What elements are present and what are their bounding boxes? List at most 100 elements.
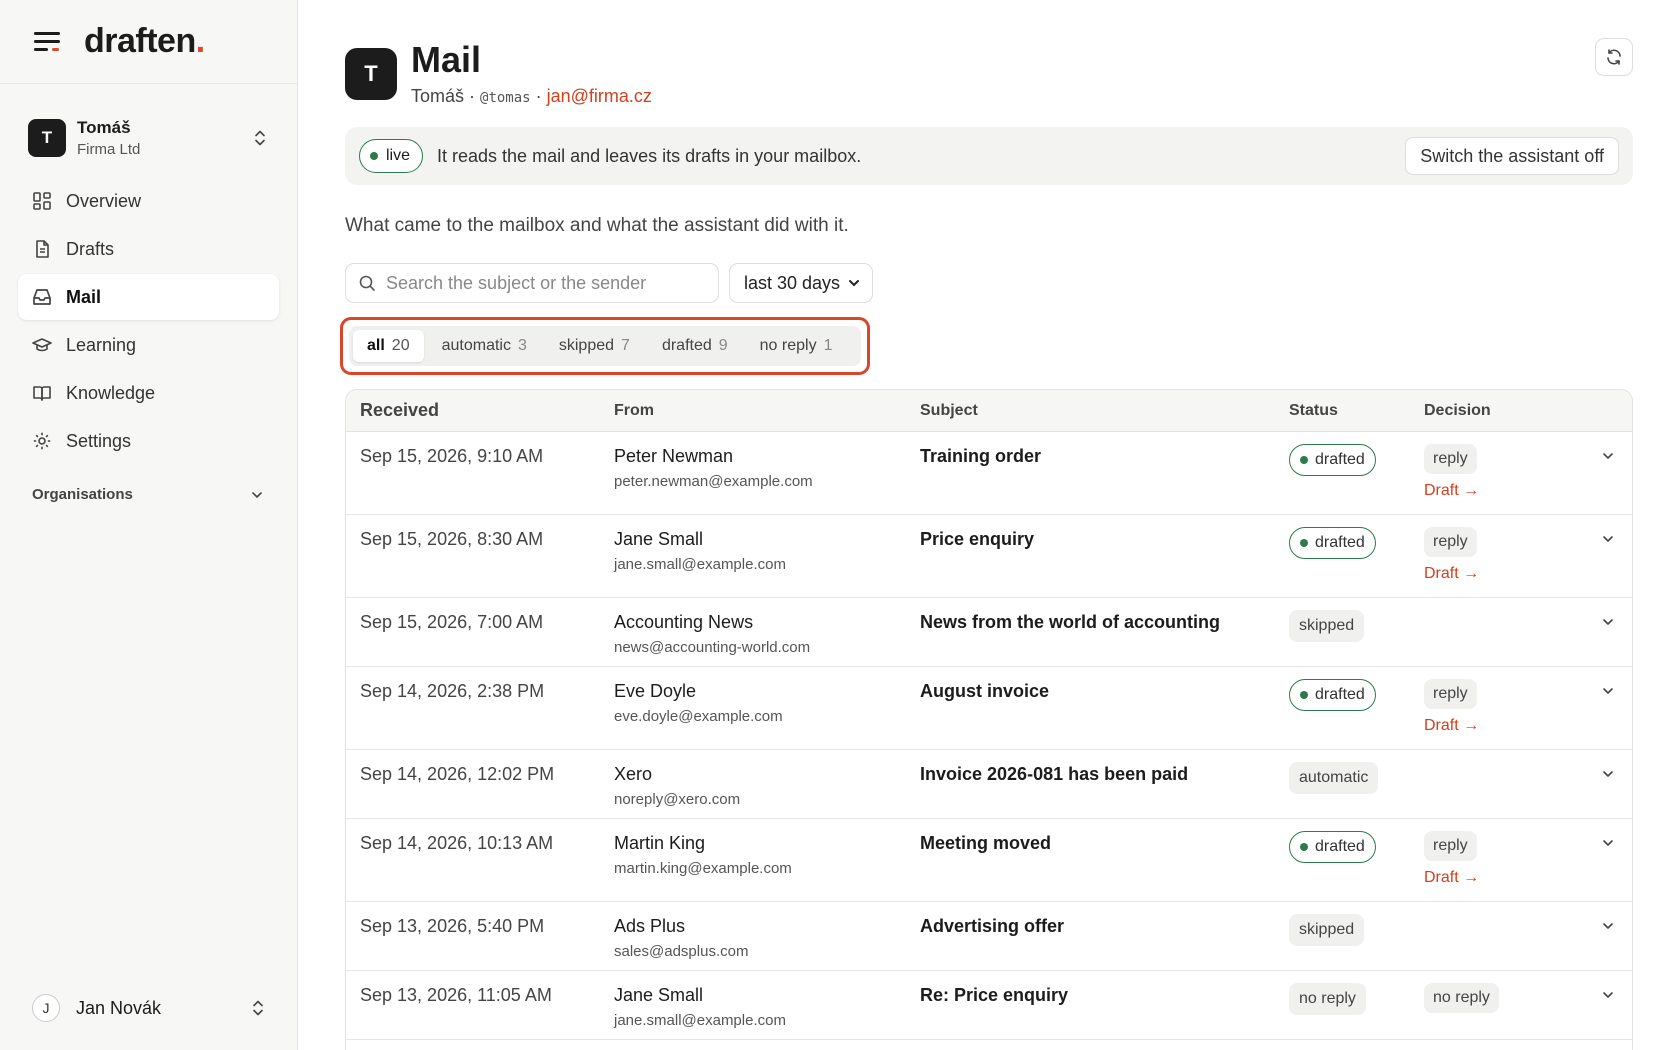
sidebar-item-label: Settings (66, 430, 132, 451)
mailbox-email-link[interactable]: jan@firma.cz (547, 86, 652, 106)
expand-row-button[interactable] (1584, 983, 1632, 1039)
graduation-cap-icon (32, 338, 52, 352)
table-row[interactable]: Sep 15, 2026, 8:30 AM Jane Small jane.sm… (346, 515, 1632, 598)
status-tabs: all 20 automatic 3 skipped 7 drafted 9 no re… (349, 326, 861, 366)
sidebar-item-knowledge[interactable]: Knowledge (18, 370, 279, 416)
status-cell: skipped (1289, 914, 1424, 970)
tab-count: 20 (391, 337, 410, 354)
table-row[interactable]: Sep 15, 2026, 7:00 AM Accounting News ne… (346, 598, 1632, 667)
switch-assistant-off-button[interactable]: Switch the assistant off (1405, 137, 1619, 175)
column-header-decision[interactable]: Decision (1424, 402, 1584, 420)
column-header-from[interactable]: From (614, 402, 920, 420)
sidebar-item-settings[interactable]: Settings (18, 418, 279, 464)
menu-icon[interactable] (34, 31, 60, 52)
sidebar-item-label: Mail (66, 286, 102, 307)
from-cell: Accounting News news@accounting-world.co… (614, 610, 920, 666)
main-content: T Mail Tomáš · @tomas · jan@firma.cz liv… (340, 0, 1633, 1050)
expand-row-button[interactable] (1584, 679, 1632, 749)
brand-bar: draften. (0, 0, 297, 84)
tab-count: 9 (718, 337, 728, 354)
assistant-status-banner: live It reads the mail and leaves its dr… (345, 127, 1633, 185)
sender-name: Peter Newman (614, 446, 734, 466)
status-tabs-highlight: all 20 automatic 3 skipped 7 drafted 9 no re… (340, 317, 870, 375)
sidebar-item-drafts[interactable]: Drafts (18, 226, 279, 272)
sidebar-item-mail[interactable]: Mail (18, 274, 279, 320)
subject-cell: Price enquiry (920, 529, 1035, 549)
tab-drafted[interactable]: drafted 9 (648, 330, 742, 362)
search-input[interactable] (386, 272, 706, 294)
sender-email: jane.small@example.com (614, 1012, 786, 1029)
tab-count: 3 (517, 337, 527, 354)
subject-cell: August invoice (920, 681, 1050, 701)
expand-row-button[interactable] (1584, 610, 1632, 666)
status-badge: drafted (1289, 527, 1376, 559)
tab-skipped[interactable]: skipped 7 (545, 330, 644, 362)
received-cell: Sep 13, 2026, 11:05 AM (360, 985, 552, 1005)
mailbox-avatar: T (345, 48, 397, 100)
table-row[interactable]: Sep 14, 2026, 10:13 AM Martin King marti… (346, 819, 1632, 902)
sender-name: Accounting News (614, 612, 754, 632)
sidebar: draften. T Tomáš Firma Ltd Overview Draf… (0, 0, 298, 1050)
draft-link[interactable]: Draft → (1424, 717, 1584, 735)
expand-row-button[interactable] (1584, 762, 1632, 818)
column-header-status[interactable]: Status (1289, 402, 1424, 420)
separator: · (464, 86, 481, 106)
received-cell: Sep 14, 2026, 2:38 PM (360, 681, 545, 701)
table-row[interactable]: Sep 14, 2026, 2:38 PM Eve Doyle eve.doyl… (346, 667, 1632, 750)
expand-row-button[interactable] (1584, 527, 1632, 597)
table-row[interactable]: Sep 14, 2026, 12:02 PM Xero noreply@xero… (346, 750, 1632, 819)
period-select-value: last 30 days (744, 272, 841, 293)
banner-text: It reads the mail and leaves its drafts … (437, 145, 862, 166)
account-switcher[interactable]: T Tomáš Firma Ltd (0, 116, 297, 160)
status-cell: drafted (1289, 679, 1424, 749)
subject-cell: Invoice 2026-081 has been paid (920, 764, 1189, 784)
status-badge: drafted (1289, 831, 1376, 863)
table-row[interactable]: Sep 13, 2026, 5:40 PM Ads Plus sales@ads… (346, 902, 1632, 971)
sender-email: eve.doyle@example.com (614, 708, 783, 725)
sidebar-item-learning[interactable]: Learning (18, 322, 279, 368)
user-menu[interactable]: J Jan Novák (32, 994, 265, 1022)
decision-cell (1424, 914, 1584, 970)
title-block: Mail Tomáš · @tomas · jan@firma.cz (411, 40, 652, 107)
decision-cell (1424, 762, 1584, 818)
chevron-down-icon (1603, 840, 1613, 847)
sidebar-item-label: Drafts (66, 238, 115, 259)
tab-all[interactable]: all 20 (353, 330, 424, 362)
tab-no-reply[interactable]: no reply 1 (746, 330, 847, 362)
page-title: Mail (411, 39, 482, 80)
from-cell: Ads Plus sales@adsplus.com (614, 914, 920, 970)
refresh-icon (1607, 49, 1621, 65)
column-header-subject[interactable]: Subject (920, 402, 1289, 420)
from-cell: Peter Newman peter.newman@example.com (614, 444, 920, 514)
decision-cell: reply Draft → (1424, 831, 1584, 901)
draft-link[interactable]: Draft → (1424, 869, 1584, 887)
book-icon (33, 386, 51, 401)
received-cell: Sep 14, 2026, 10:13 AM (360, 833, 554, 853)
status-badge: drafted (1289, 679, 1376, 711)
status-badge: drafted (1289, 444, 1376, 476)
expand-row-button[interactable] (1584, 914, 1632, 970)
expand-row-button[interactable] (1584, 831, 1632, 901)
draft-link[interactable]: Draft → (1424, 565, 1584, 583)
account-text: Tomáš Firma Ltd (77, 118, 253, 158)
tab-label: automatic (441, 337, 511, 354)
refresh-button[interactable] (1595, 38, 1633, 76)
chevron-down-icon (1603, 688, 1613, 695)
column-header-received[interactable]: Received (346, 400, 614, 421)
chevron-down-icon (1603, 923, 1613, 930)
expand-row-button[interactable] (1584, 444, 1632, 514)
brand-logo-text: draften (84, 22, 196, 60)
received-cell: Sep 15, 2026, 7:00 AM (360, 612, 544, 632)
decision-cell: reply Draft → (1424, 444, 1584, 514)
organisations-toggle[interactable]: Organisations (0, 486, 297, 503)
search-icon (359, 275, 375, 291)
brand-logo[interactable]: draften. (84, 22, 205, 61)
period-select[interactable]: last 30 days (729, 263, 873, 303)
status-cell: no reply (1289, 983, 1424, 1039)
tab-automatic[interactable]: automatic 3 (428, 330, 541, 362)
sidebar-item-overview[interactable]: Overview (18, 178, 279, 224)
status-cell: drafted (1289, 831, 1424, 901)
table-row[interactable]: Sep 15, 2026, 9:10 AM Peter Newman peter… (346, 432, 1632, 515)
draft-link[interactable]: Draft → (1424, 482, 1584, 500)
table-row[interactable]: Sep 13, 2026, 11:05 AM Jane Small jane.s… (346, 971, 1632, 1040)
